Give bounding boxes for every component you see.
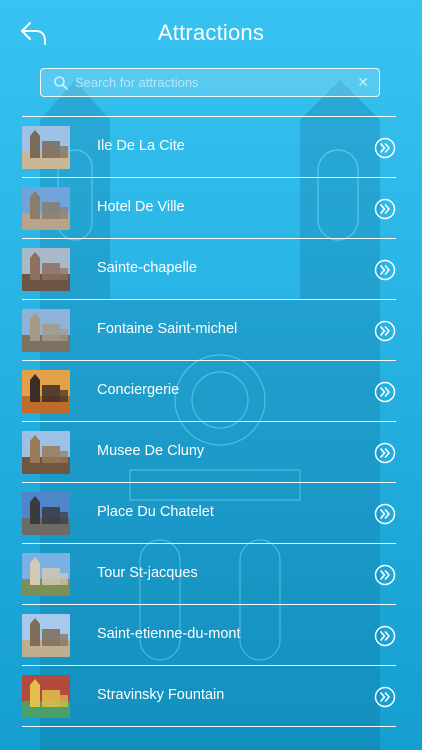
attraction-label: Conciergerie xyxy=(97,382,180,398)
attraction-thumbnail xyxy=(22,187,70,230)
attraction-label: Sainte-chapelle xyxy=(97,260,197,276)
attractions-list: Ile De La Cite Hotel De Ville Sainte-chape… xyxy=(22,116,396,727)
double-chevron-right-icon[interactable] xyxy=(374,198,396,220)
list-item[interactable]: Place Du Chatelet xyxy=(22,483,396,544)
attraction-label: Saint-etienne-du-mont xyxy=(97,626,241,642)
double-chevron-right-icon[interactable] xyxy=(374,564,396,586)
double-chevron-right-icon[interactable] xyxy=(374,137,396,159)
attraction-thumbnail xyxy=(22,553,70,596)
attraction-label: Tour St-jacques xyxy=(97,565,198,581)
attraction-thumbnail xyxy=(22,126,70,169)
list-item[interactable]: Fontaine Saint-michel xyxy=(22,300,396,361)
double-chevron-right-icon[interactable] xyxy=(374,686,396,708)
attraction-thumbnail xyxy=(22,248,70,291)
double-chevron-right-icon[interactable] xyxy=(374,503,396,525)
attraction-label: Musee De Cluny xyxy=(97,443,205,459)
list-item[interactable]: Stravinsky Fountain xyxy=(22,666,396,727)
attraction-label: Hotel De Ville xyxy=(97,199,185,215)
attractions-screen: Attractions ✕ Ile De La Cite Hotel De Vil… xyxy=(0,0,422,750)
double-chevron-right-icon[interactable] xyxy=(374,442,396,464)
attraction-label: Fontaine Saint-michel xyxy=(97,321,238,337)
attraction-thumbnail xyxy=(22,492,70,535)
attraction-thumbnail xyxy=(22,309,70,352)
attraction-label: Ile De La Cite xyxy=(97,138,185,154)
search-input[interactable] xyxy=(75,70,355,95)
search-icon xyxy=(54,76,68,90)
attraction-thumbnail xyxy=(22,614,70,657)
list-item[interactable]: Musee De Cluny xyxy=(22,422,396,483)
double-chevron-right-icon[interactable] xyxy=(374,320,396,342)
nav-header: Attractions xyxy=(0,0,422,66)
list-item[interactable]: Conciergerie xyxy=(22,361,396,422)
double-chevron-right-icon[interactable] xyxy=(374,625,396,647)
list-item[interactable]: Saint-etienne-du-mont xyxy=(22,605,396,666)
clear-icon[interactable]: ✕ xyxy=(357,74,369,90)
list-item[interactable]: Tour St-jacques xyxy=(22,544,396,605)
double-chevron-right-icon[interactable] xyxy=(374,381,396,403)
attraction-thumbnail xyxy=(22,675,70,718)
attraction-thumbnail xyxy=(22,431,70,474)
attraction-thumbnail xyxy=(22,370,70,413)
attraction-label: Place Du Chatelet xyxy=(97,504,214,520)
attraction-label: Stravinsky Fountain xyxy=(97,687,225,703)
list-item[interactable]: Hotel De Ville xyxy=(22,178,396,239)
page-title: Attractions xyxy=(157,20,265,45)
list-item[interactable]: Sainte-chapelle xyxy=(22,239,396,300)
search-bar[interactable]: ✕ xyxy=(40,68,380,97)
double-chevron-right-icon[interactable] xyxy=(374,259,396,281)
list-item[interactable]: Ile De La Cite xyxy=(22,117,396,178)
